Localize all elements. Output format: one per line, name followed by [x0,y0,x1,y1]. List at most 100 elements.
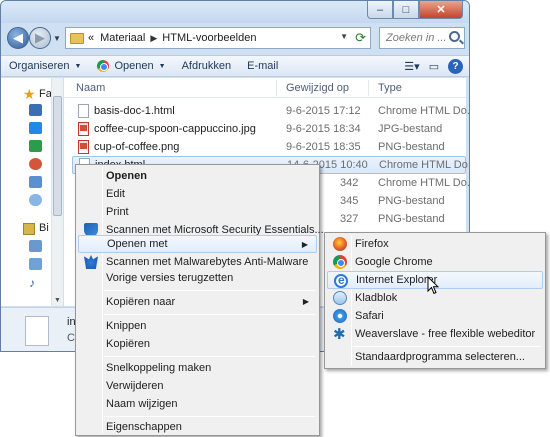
scrollbar-thumb[interactable] [53,96,62,216]
maximize-button[interactable]: □ [393,1,419,19]
view-options-icon[interactable]: ☰▾ [404,58,420,74]
file-row[interactable]: cup-of-coffee.png 9-6-2015 18:35 PNG-bes… [72,138,466,156]
menu-item-previous-versions[interactable]: Vorige versies terugzetten [78,269,317,287]
submenu-item-choose-default[interactable]: Standaardprogramma selecteren... [327,348,543,366]
file-date: 9-6-2015 18:34 [286,123,361,135]
submenu-item-label: Internet Explorer [356,274,438,286]
menu-item-open[interactable]: Openen [78,167,317,185]
search-placeholder: Zoeken in ... [386,32,447,44]
downloads-icon[interactable] [29,176,42,188]
command-bar: Organiseren ▼ Openen ▼ Afdrukken E-mail … [1,55,469,77]
recent-pages-chevron-icon[interactable]: ▼ [53,34,61,43]
submenu-item-firefox[interactable]: Firefox [327,235,543,253]
column-header-name[interactable]: Naam [76,82,105,94]
firefox-icon [333,237,347,251]
menu-item-open-with[interactable]: Openen met ▶ [78,235,317,253]
print-button[interactable]: Afdrukken [182,60,232,72]
file-type: Chrome HTML Do... [378,177,470,189]
help-icon[interactable]: ? [448,58,463,74]
menu-item-copy-to[interactable]: Kopiëren naar ▶ [78,293,317,311]
scroll-down-icon[interactable]: ▼ [54,297,61,304]
internet-explorer-icon [334,273,348,288]
menu-item-label: Kopiëren naar [106,296,176,308]
chrome-shortcut-icon[interactable] [29,158,42,170]
search-icon[interactable] [449,31,460,42]
menu-item-rename[interactable]: Naam wijzigen [78,395,317,413]
desktop-icon[interactable] [29,104,42,116]
file-date: 9-6-2015 18:35 [286,141,361,153]
menu-item-delete[interactable]: Verwijderen [78,377,317,395]
notepad-icon [333,291,347,305]
menu-separator [104,290,315,291]
caption-buttons: – □ ✕ [367,1,463,19]
column-header-type[interactable]: Type [378,82,402,94]
submenu-item-chrome[interactable]: Google Chrome [327,253,543,271]
cloud-icon[interactable] [29,194,42,206]
chevron-down-icon: ▼ [158,62,166,70]
menu-item-print[interactable]: Print [78,203,317,221]
menu-item-label: Openen met [107,238,168,250]
forward-button[interactable]: ▶ [29,27,51,49]
favorites-star-icon[interactable]: ★ [23,86,36,103]
menu-separator [104,314,315,315]
file-name: basis-doc-1.html [94,105,175,117]
preview-pane-icon[interactable]: ▭ [426,58,442,74]
back-button[interactable]: ◀ [7,27,29,49]
file-row[interactable]: coffee-cup-spoon-cappuccino.jpg 9-6-2015… [72,120,466,138]
column-header-modified[interactable]: Gewijzigd op [286,82,349,94]
menu-item-label: Scannen met Malwarebytes Anti-Malware [106,256,309,268]
image-file-icon [78,140,89,154]
column-divider[interactable] [276,80,277,96]
column-divider[interactable] [368,80,369,96]
menu-item-label: Snelkoppeling maken [106,362,212,374]
breadcrumb-prefix[interactable]: « [88,32,94,44]
close-button[interactable]: ✕ [419,1,463,19]
folder-icon [70,32,84,44]
html-file-icon [78,104,89,118]
menu-item-label: Verwijderen [106,380,164,392]
menu-item-properties[interactable]: Eigenschappen [78,418,317,436]
open-button[interactable]: Openen ▼ [97,60,166,72]
file-type: JPG-bestand [378,123,443,135]
address-dropdown-icon[interactable]: ▼ [340,32,348,41]
menu-separator [104,356,315,357]
minimize-button[interactable]: – [367,1,393,19]
music-icon[interactable]: ♪ [29,276,42,290]
breadcrumb-item-html-voorbeelden[interactable]: HTML-voorbeelden [162,32,256,44]
email-button[interactable]: E-mail [247,60,278,72]
breadcrumb-separator-icon[interactable]: ▶ [150,33,157,44]
breadcrumb-item-materiaal[interactable]: Materiaal [100,32,145,44]
chart-icon[interactable] [29,140,42,152]
print-label: Afdrukken [181,60,232,72]
menu-item-edit[interactable]: Edit [78,185,317,203]
file-type: Chrome HTML Do... [378,105,470,117]
submenu-item-safari[interactable]: Safari [327,307,543,325]
submenu-arrow-icon: ▶ [301,240,308,249]
file-row[interactable]: basis-doc-1.html 9-6-2015 17:12 Chrome H… [72,102,469,120]
search-input[interactable]: Zoeken in ... [379,27,465,49]
documents-icon[interactable] [29,240,42,252]
dropbox-icon[interactable] [29,122,42,134]
image-file-icon [78,122,89,136]
submenu-item-label: Standaardprogramma selecteren... [355,351,525,363]
nav-pane-scrollbar[interactable]: ▼ [51,78,63,306]
organize-button[interactable]: Organiseren ▼ [9,60,81,72]
menu-item-create-shortcut[interactable]: Snelkoppeling maken [78,359,317,377]
menu-item-cut[interactable]: Knippen [78,317,317,335]
context-menu: Openen Edit Print Scannen met Microsoft … [75,164,324,436]
submenu-item-weaverslave[interactable]: Weaverslave - free flexible webeditor [327,325,543,343]
favorites-label[interactable]: Fa [39,88,52,100]
refresh-icon[interactable]: ⟳ [355,30,366,46]
malwarebytes-icon [84,255,98,269]
libraries-label[interactable]: Bi [39,222,49,234]
pictures-icon[interactable] [29,258,42,270]
open-label: Openen [114,60,154,72]
weaverslave-icon [333,325,347,343]
safari-icon [333,309,347,323]
email-label: E-mail [247,60,279,72]
menu-item-label: Vorige versies terugzetten [106,272,234,284]
menu-item-copy[interactable]: Kopiëren [78,335,317,353]
libraries-icon[interactable] [23,223,35,235]
view-controls: ☰▾ ▭ ? [404,58,463,74]
address-bar[interactable]: « Materiaal ▶ HTML-voorbeelden ▼ ⟳ [65,27,371,49]
